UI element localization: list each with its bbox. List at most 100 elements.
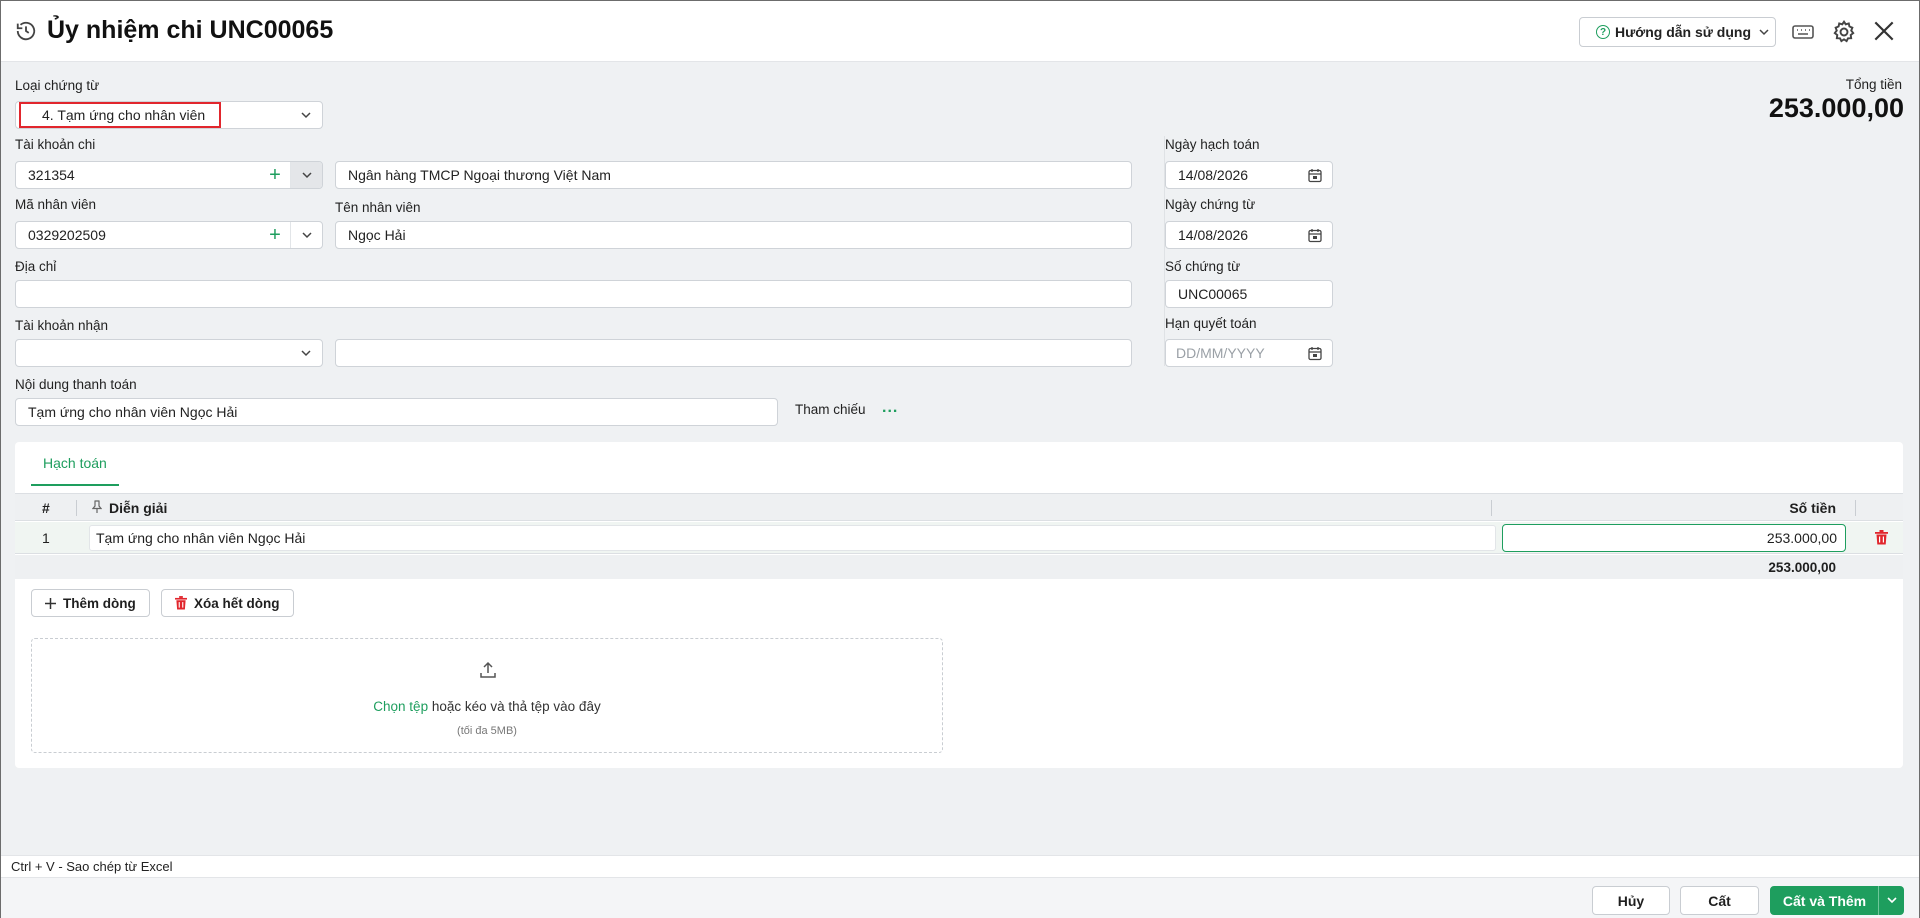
column-resizer[interactable] xyxy=(1855,500,1856,516)
keyboard-icon[interactable] xyxy=(1791,21,1815,43)
calendar-icon[interactable] xyxy=(1308,346,1322,361)
employee-code-combo[interactable]: 0329202509 + xyxy=(15,221,323,249)
voucher-no-value: UNC00065 xyxy=(1178,286,1248,302)
tab-accounting[interactable]: Hạch toán xyxy=(31,442,119,486)
close-icon[interactable] xyxy=(1871,18,1897,44)
column-header-amount: Số tiền xyxy=(1789,500,1836,516)
add-row-label: Thêm dòng xyxy=(63,595,136,611)
history-icon[interactable] xyxy=(15,20,37,42)
add-icon[interactable]: + xyxy=(264,162,286,188)
receive-bank-name-field[interactable] xyxy=(335,339,1132,367)
save-button[interactable]: Cất xyxy=(1680,886,1759,915)
chevron-down-icon xyxy=(1886,897,1897,904)
settlement-deadline-field[interactable]: DD/MM/YYYY xyxy=(1165,339,1333,367)
voucher-no-field[interactable]: UNC00065 xyxy=(1165,280,1333,308)
header-bar: Ủy nhiệm chi UNC00065 ? Hướng dẫn sử dụn… xyxy=(0,0,1920,62)
employee-name-field[interactable]: Ngọc Hải xyxy=(335,221,1132,249)
address-label: Địa chỉ xyxy=(15,259,57,274)
row-amount-value: 253.000,00 xyxy=(1766,530,1837,546)
calendar-icon[interactable] xyxy=(1308,228,1322,243)
pay-account-label: Tài khoản chi xyxy=(15,137,96,152)
calendar-icon[interactable] xyxy=(1308,168,1322,183)
add-icon[interactable]: + xyxy=(264,222,286,248)
shortcut-hint-text: Ctrl + V - Sao chép từ Excel xyxy=(11,859,173,874)
choose-file-link[interactable]: Chọn tệp xyxy=(373,699,428,714)
payment-content-label: Nội dung thanh toán xyxy=(15,377,137,392)
add-row-button[interactable]: Thêm dòng xyxy=(31,589,150,617)
row-num: 1 xyxy=(42,530,50,546)
column-resizer[interactable] xyxy=(76,500,77,516)
voucher-no-label: Số chứng từ xyxy=(1165,259,1241,274)
row-amount-input[interactable]: 253.000,00 xyxy=(1502,524,1846,552)
chevron-down-icon xyxy=(1759,28,1769,35)
upload-icon xyxy=(480,661,496,678)
chevron-down-icon xyxy=(301,171,312,178)
file-dropzone[interactable]: Chọn tệp hoặc kéo và thả tệp vào đây (tố… xyxy=(31,638,943,753)
column-resizer[interactable] xyxy=(1491,500,1492,516)
dropzone-text: Chọn tệp hoặc kéo và thả tệp vào đây xyxy=(32,699,942,714)
detail-card: Hạch toán # Diễn giải Số tiền 1 Tạm ứng … xyxy=(15,442,1903,768)
table-row[interactable]: 1 Tạm ứng cho nhân viên Ngọc Hải 253.000… xyxy=(15,522,1903,554)
cancel-button[interactable]: Hủy xyxy=(1592,886,1670,915)
settlement-deadline-label: Hạn quyết toán xyxy=(1165,316,1257,331)
payment-content-field[interactable]: Tạm ứng cho nhân viên Ngọc Hải xyxy=(15,398,778,426)
employee-name-label: Tên nhân viên xyxy=(335,200,421,215)
chevron-down-icon xyxy=(301,349,311,356)
posting-date-label: Ngày hạch toán xyxy=(1165,137,1260,152)
help-button[interactable]: ? Hướng dẫn sử dụng xyxy=(1579,17,1776,47)
employee-name-value: Ngọc Hải xyxy=(348,227,406,243)
amount-sum: 253.000,00 xyxy=(1768,560,1836,575)
pay-account-dropdown[interactable] xyxy=(290,162,322,188)
clear-rows-label: Xóa hết dòng xyxy=(194,595,280,611)
total-label: Tổng tiền xyxy=(1845,77,1902,92)
employee-code-value: 0329202509 xyxy=(28,227,106,243)
column-header-desc: Diễn giải xyxy=(109,500,168,516)
receive-account-dropdown[interactable] xyxy=(290,340,322,366)
voucher-type-dropdown[interactable] xyxy=(290,102,322,128)
receive-account-combo[interactable] xyxy=(15,339,323,367)
posting-date-value: 14/08/2026 xyxy=(1178,167,1249,183)
voucher-date-value: 14/08/2026 xyxy=(1178,227,1249,243)
column-header-num: # xyxy=(42,500,50,516)
reference-more-button[interactable]: ... xyxy=(882,399,898,417)
total-value: 253.000,00 xyxy=(1768,93,1904,123)
question-icon: ? xyxy=(1596,25,1610,39)
highlight-annotation xyxy=(19,102,221,128)
trash-icon xyxy=(175,596,187,610)
receive-account-label: Tài khoản nhận xyxy=(15,318,109,333)
dropzone-size-hint: (tối đa 5MB) xyxy=(457,725,517,737)
window-border xyxy=(0,0,1,918)
clear-rows-button[interactable]: Xóa hết dòng xyxy=(161,589,294,617)
employee-code-dropdown[interactable] xyxy=(290,222,322,248)
chevron-down-icon xyxy=(301,231,312,238)
pin-icon[interactable] xyxy=(92,500,102,514)
dropzone-instruction: hoặc kéo và thả tệp vào đây xyxy=(428,699,601,714)
voucher-date-field[interactable]: 14/08/2026 xyxy=(1165,221,1333,249)
gear-icon[interactable] xyxy=(1831,19,1857,45)
settlement-deadline-placeholder: DD/MM/YYYY xyxy=(1176,345,1265,361)
page-title: Ủy nhiệm chi UNC00065 xyxy=(47,16,334,44)
employee-code-label: Mã nhân viên xyxy=(15,197,97,212)
voucher-date-label: Ngày chứng từ xyxy=(1165,197,1256,212)
pay-bank-name-value: Ngân hàng TMCP Ngoại thương Việt Nam xyxy=(348,167,611,183)
reference-label: Tham chiếu xyxy=(795,402,866,417)
voucher-type-label: Loại chứng từ xyxy=(15,78,100,93)
save-options-dropdown[interactable] xyxy=(1878,886,1904,915)
payment-content-value: Tạm ứng cho nhân viên Ngọc Hải xyxy=(28,404,238,420)
plus-icon xyxy=(45,597,56,609)
posting-date-field[interactable]: 14/08/2026 xyxy=(1165,161,1333,189)
help-button-label: Hướng dẫn sử dụng xyxy=(1615,24,1751,40)
row-desc-input[interactable]: Tạm ứng cho nhân viên Ngọc Hải xyxy=(89,525,1496,551)
pay-account-value: 321354 xyxy=(28,167,75,183)
row-desc-value: Tạm ứng cho nhân viên Ngọc Hải xyxy=(96,530,306,546)
shortcut-hint: Ctrl + V - Sao chép từ Excel xyxy=(0,855,1920,877)
footer-bar: Hủy Cất Cất và Thêm xyxy=(0,877,1920,918)
pay-account-combo[interactable]: 321354 + xyxy=(15,161,323,189)
pay-bank-name-field[interactable]: Ngân hàng TMCP Ngoại thương Việt Nam xyxy=(335,161,1132,189)
save-and-add-button[interactable]: Cất và Thêm xyxy=(1770,886,1879,915)
grid-header: # Diễn giải Số tiền xyxy=(15,493,1903,521)
grid-summary-row: 253.000,00 xyxy=(15,555,1903,579)
chevron-down-icon xyxy=(301,111,311,118)
trash-icon[interactable] xyxy=(1875,530,1888,545)
address-field[interactable] xyxy=(15,280,1132,308)
